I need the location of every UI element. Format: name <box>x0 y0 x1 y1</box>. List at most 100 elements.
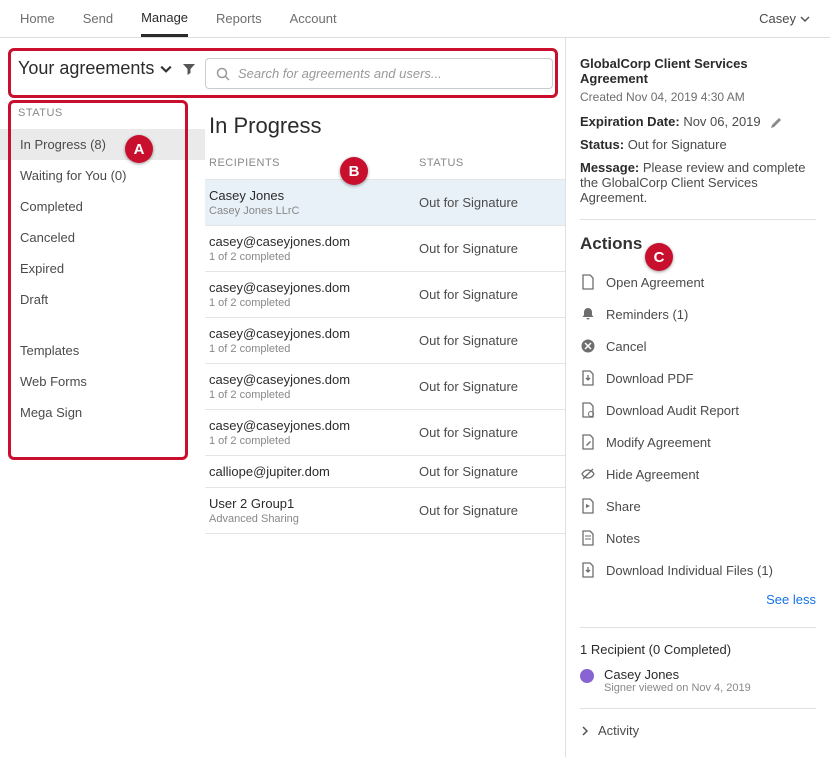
recipient-name: casey@caseyjones.dom <box>209 234 419 249</box>
agreement-row[interactable]: casey@caseyjones.dom 1 of 2 completedOut … <box>205 317 565 363</box>
nav-tab-reports[interactable]: Reports <box>216 2 262 35</box>
nav-tab-manage[interactable]: Manage <box>141 1 188 37</box>
top-nav: Home Send Manage Reports Account Casey <box>0 0 830 38</box>
status-canceled[interactable]: Canceled <box>18 222 205 253</box>
agreement-row[interactable]: User 2 Group1 Advanced SharingOut for Sig… <box>205 487 565 534</box>
row-status: Out for Signature <box>419 464 561 479</box>
status-draft[interactable]: Draft <box>18 284 205 315</box>
nav-tab-home[interactable]: Home <box>20 2 55 35</box>
recipient-name: Casey Jones <box>209 188 419 203</box>
agreements-dropdown[interactable]: Your agreements <box>18 58 172 79</box>
status-expired[interactable]: Expired <box>18 253 205 284</box>
actions-heading: Actions <box>580 234 816 254</box>
recipient-subtext: 1 of 2 completed <box>209 343 419 355</box>
row-status: Out for Signature <box>419 503 561 518</box>
created-date: Created Nov 04, 2019 4:30 AM <box>580 90 816 104</box>
col-recipients: RECIPIENTS <box>209 157 419 169</box>
annotation-badge-a: A <box>125 135 153 163</box>
agreement-row[interactable]: casey@caseyjones.dom1 of 2 completedOut … <box>205 225 565 271</box>
avatar-icon <box>580 669 594 683</box>
recipient-name: calliope@jupiter.dom <box>209 464 419 479</box>
recipient-subtext: Advanced Sharing <box>209 513 419 525</box>
document-icon <box>580 274 596 290</box>
action-notes[interactable]: Notes <box>580 522 816 554</box>
sidebar: Your agreements STATUS In Progress (8) W… <box>0 38 205 757</box>
nav-tab-send[interactable]: Send <box>83 2 113 35</box>
agreement-row[interactable]: Casey Jones Casey Jones LLrCOut for Signa… <box>205 179 565 225</box>
recipient-entry[interactable]: Casey Jones Signer viewed on Nov 4, 2019 <box>580 667 816 694</box>
status-value: Out for Signature <box>628 137 727 152</box>
message-label: Message: <box>580 160 639 175</box>
status-waiting[interactable]: Waiting for You (0) <box>18 160 205 191</box>
share-icon <box>580 498 596 514</box>
recipient-subtext: 1 of 2 completed <box>209 297 419 309</box>
recipient-name: casey@caseyjones.dom <box>209 372 419 387</box>
row-status: Out for Signature <box>419 379 561 394</box>
account-menu[interactable]: Casey <box>759 11 810 26</box>
edit-expiration-icon[interactable] <box>770 114 782 129</box>
chevron-right-icon <box>580 726 590 736</box>
status-in-progress[interactable]: In Progress (8) <box>0 129 205 160</box>
expiration-label: Expiration Date: <box>580 114 680 129</box>
row-status: Out for Signature <box>419 333 561 348</box>
activity-toggle[interactable]: Activity <box>580 723 816 738</box>
recipient-name: Casey Jones <box>604 667 751 682</box>
agreement-row[interactable]: calliope@jupiter.domOut for Signature <box>205 455 565 487</box>
cancel-icon <box>580 338 596 354</box>
files-icon <box>580 562 596 578</box>
row-status: Out for Signature <box>419 195 561 210</box>
nav-templates[interactable]: Templates <box>18 335 205 366</box>
download-icon <box>580 370 596 386</box>
nav-tab-account[interactable]: Account <box>290 2 337 35</box>
nav-webforms[interactable]: Web Forms <box>18 366 205 397</box>
annotation-badge-b: B <box>340 157 368 185</box>
status-label: Status: <box>580 137 624 152</box>
expiration-value: Nov 06, 2019 <box>683 114 760 129</box>
col-status: STATUS <box>419 157 565 169</box>
recipient-subtext: 1 of 2 completed <box>209 389 419 401</box>
filter-icon[interactable] <box>182 61 196 77</box>
action-cancel[interactable]: Cancel <box>580 330 816 362</box>
action-modify[interactable]: Modify Agreement <box>580 426 816 458</box>
action-open-agreement[interactable]: Open Agreement <box>580 266 816 298</box>
action-hide[interactable]: Hide Agreement <box>580 458 816 490</box>
audit-icon <box>580 402 596 418</box>
notes-icon <box>580 530 596 546</box>
nav-megasign[interactable]: Mega Sign <box>18 397 205 428</box>
detail-panel: GlobalCorp Client Services Agreement Cre… <box>565 38 830 757</box>
recipient-name: casey@caseyjones.dom <box>209 418 419 433</box>
agreement-row[interactable]: casey@caseyjones.dom 1 of 2 completedOut … <box>205 363 565 409</box>
search-input-wrapper[interactable] <box>205 58 553 89</box>
recipient-name: casey@caseyjones.dom <box>209 326 419 341</box>
chevron-down-icon <box>160 63 172 75</box>
action-reminders[interactable]: Reminders (1) <box>580 298 816 330</box>
status-completed[interactable]: Completed <box>18 191 205 222</box>
search-icon <box>216 67 230 81</box>
account-name: Casey <box>759 11 796 26</box>
row-status: Out for Signature <box>419 241 561 256</box>
agreement-title: GlobalCorp Client Services Agreement <box>580 56 816 86</box>
action-download-files[interactable]: Download Individual Files (1) <box>580 554 816 586</box>
list-title: In Progress <box>205 113 565 151</box>
table-header: RECIPIENTS STATUS <box>205 151 565 179</box>
eye-off-icon <box>580 466 596 482</box>
annotation-badge-c: C <box>645 243 673 271</box>
recipient-name: User 2 Group1 <box>209 496 419 511</box>
action-download-audit[interactable]: Download Audit Report <box>580 394 816 426</box>
bell-icon <box>580 306 596 322</box>
see-less-link[interactable]: See less <box>580 586 816 613</box>
action-download-pdf[interactable]: Download PDF <box>580 362 816 394</box>
sidebar-title: Your agreements <box>18 58 154 79</box>
row-status: Out for Signature <box>419 287 561 302</box>
agreements-list: In Progress RECIPIENTS STATUS Casey Jone… <box>205 38 565 757</box>
chevron-down-icon <box>800 14 810 24</box>
action-share[interactable]: Share <box>580 490 816 522</box>
agreement-row[interactable]: casey@caseyjones.dom1 of 2 completedOut … <box>205 271 565 317</box>
row-status: Out for Signature <box>419 425 561 440</box>
pencil-icon <box>580 434 596 450</box>
recipient-subtext: Casey Jones LLrC <box>209 205 419 217</box>
status-heading: STATUS <box>18 107 205 119</box>
recipient-status: Signer viewed on Nov 4, 2019 <box>604 682 751 694</box>
agreement-row[interactable]: casey@caseyjones.dom1 of 2 completedOut … <box>205 409 565 455</box>
search-input[interactable] <box>238 66 542 81</box>
